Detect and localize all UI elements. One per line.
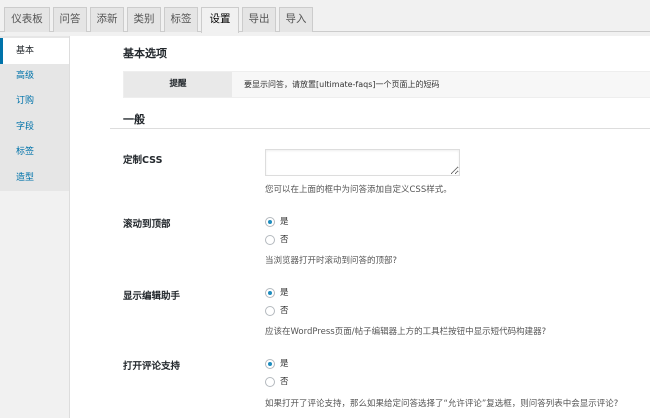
comments-no-label: 否 <box>280 377 289 387</box>
comments-yes-label: 是 <box>280 359 289 369</box>
tab-dashboard[interactable]: 仪表板 <box>4 7 50 32</box>
section-divider <box>110 128 650 129</box>
tab-faqs[interactable]: 问答 <box>53 7 87 32</box>
tab-categories[interactable]: 类别 <box>127 7 161 32</box>
sidebar-item-labels[interactable]: 标签 <box>0 139 69 165</box>
tab-settings[interactable]: 设置 <box>201 7 239 33</box>
editor-helper-no-radio[interactable] <box>265 306 275 316</box>
notice-label: 提醒 <box>124 72 232 97</box>
scroll-top-description: 当浏览器打开时滚动到问答的顶部? <box>265 256 398 266</box>
scroll-top-label: 滚动到顶部 <box>123 219 171 230</box>
custom-css-description: 您可以在上面的框中为问答添加自定义CSS样式。 <box>265 185 452 195</box>
editor-helper-label: 显示编辑助手 <box>123 291 181 302</box>
tab-import[interactable]: 导入 <box>279 7 313 32</box>
sidebar-item-fields[interactable]: 字段 <box>0 114 69 140</box>
notice-text: 要显示问答，请放置[ultimate-faqs]一个页面上的短码 <box>244 80 440 89</box>
scroll-top-no-radio[interactable] <box>265 235 275 245</box>
tab-tags[interactable]: 标签 <box>164 7 198 32</box>
comments-yes-radio[interactable] <box>265 359 275 369</box>
sidebar-item-ordering[interactable]: 订购 <box>0 88 69 114</box>
sidebar-menu: 基本 高级 订购 字段 标签 造型 <box>0 36 70 191</box>
scroll-top-no-label: 否 <box>280 235 289 245</box>
comments-support-label: 打开评论支持 <box>123 361 181 372</box>
tab-add-new[interactable]: 添新 <box>90 7 124 32</box>
settings-panel: 基本选项 提醒 要显示问答，请放置[ultimate-faqs]一个页面上的短码… <box>69 36 650 418</box>
section-title-general: 一般 <box>123 113 145 126</box>
editor-helper-yes-label: 是 <box>280 288 289 298</box>
editor-helper-description: 应该在WordPress页面/帖子编辑器上方的工具栏按钮中显示短代码构建器? <box>265 327 547 337</box>
editor-helper-yes-radio[interactable] <box>265 288 275 298</box>
settings-sidebar: 基本 高级 订购 字段 标签 造型 <box>0 36 70 418</box>
scroll-top-yes-label: 是 <box>280 217 289 227</box>
top-tab-bar: 仪表板 问答 添新 类别 标签 设置 导出 导入 <box>0 0 650 33</box>
custom-css-label: 定制CSS <box>123 155 163 166</box>
custom-css-textarea[interactable] <box>265 149 460 176</box>
sidebar-item-styling[interactable]: 造型 <box>0 165 69 191</box>
shortcode-notice: 提醒 要显示问答，请放置[ultimate-faqs]一个页面上的短码 <box>123 71 650 98</box>
scroll-top-yes-radio[interactable] <box>265 217 275 227</box>
comments-no-radio[interactable] <box>265 377 275 387</box>
sidebar-item-premium[interactable]: 高级 <box>0 63 69 89</box>
section-title-basic: 基本选项 <box>123 47 167 60</box>
tab-export[interactable]: 导出 <box>242 7 276 32</box>
sidebar-item-basic[interactable]: 基本 <box>0 38 70 64</box>
comments-description: 如果打开了评论支持，那么如果给定问答选择了“允许评论”复选框，则问答列表中会显示… <box>265 399 619 409</box>
editor-helper-no-label: 否 <box>280 306 289 316</box>
